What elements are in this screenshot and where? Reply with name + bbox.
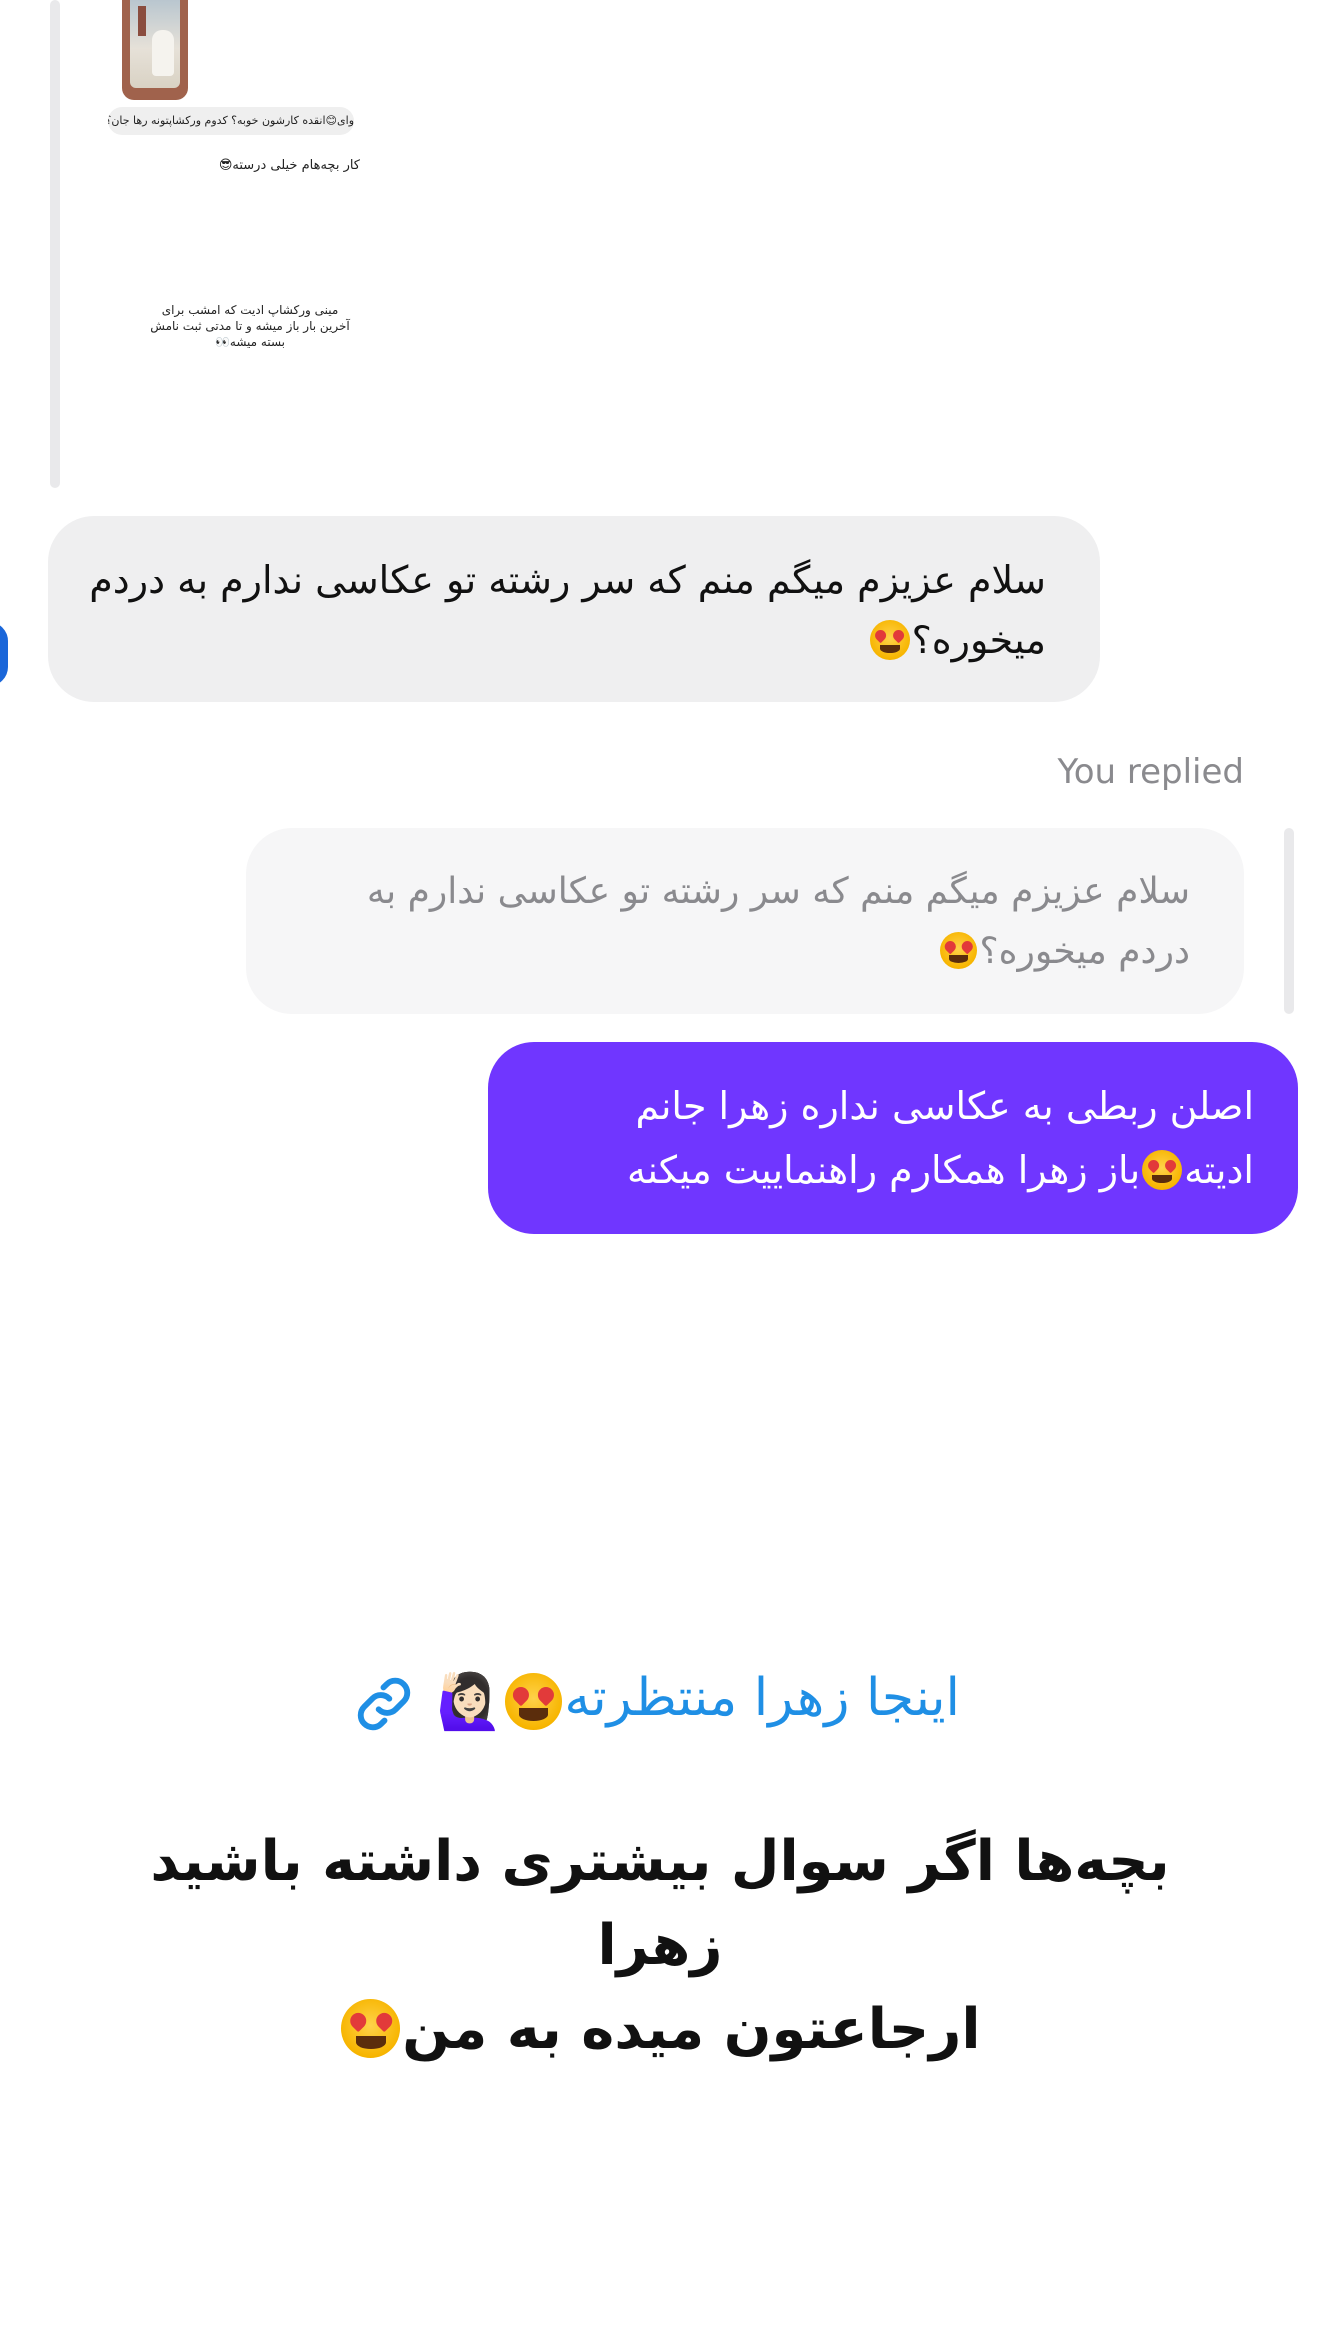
outgoing-message-bubble[interactable]: اصلن ربطی به عکاسی نداره زهرا جانم ادیته… — [488, 1042, 1298, 1234]
link-icon — [357, 1677, 411, 1731]
heart-eyes-emoji — [939, 931, 978, 970]
story-thumbnail[interactable] — [122, 0, 188, 100]
quoted-message-text: سلام عزیزم میگم منم که سر رشته تو عکاسی … — [366, 871, 1190, 972]
incoming-message-bubble[interactable]: سلام عزیزم میگم منم که سر رشته تو عکاسی … — [48, 516, 1100, 702]
heart-eyes-emoji — [505, 1673, 562, 1730]
story-text-block: مینی ورکشاپ ادیت که امشب برای آخرین بار … — [150, 303, 350, 349]
caption-text: بچه‌ها اگر سوال بیشتری داشته باشید زهرا … — [120, 1820, 1200, 2072]
caption-line1: بچه‌ها اگر سوال بیشتری داشته باشید زهرا — [150, 1829, 1170, 1978]
you-replied-label: You replied — [1057, 752, 1244, 792]
heart-eyes-emoji — [1142, 1149, 1183, 1190]
quoted-message-bubble[interactable]: سلام عزیزم میگم منم که سر رشته تو عکاسی … — [246, 828, 1244, 1014]
link-text[interactable]: اینجا زهرا منتظرته — [564, 1668, 960, 1728]
outgoing-message-line1: اصلن ربطی به عکاسی نداره زهرا جانم — [635, 1084, 1254, 1128]
link-emojis: 🙋🏻‍♀️ — [436, 1670, 564, 1734]
woman-raising-hand-emoji: 🙋🏻‍♀️ — [436, 1670, 504, 1733]
heart-eyes-emoji — [341, 1999, 401, 2059]
heart-eyes-emoji — [869, 619, 910, 660]
story-question-sticker: وای😊انقده کارشون خوبه؟ کدوم ورکشاپتونه ر… — [108, 107, 354, 135]
quote-indicator-bar — [1284, 828, 1294, 1014]
story-text-line: کار بچه‌هام خیلی درسته😎 — [218, 158, 360, 173]
caption-line2: ارجاعتون میده به من — [120, 1988, 1200, 2072]
sender-avatar-edge — [0, 622, 8, 686]
outgoing-message-line2: ادیته باز زهرا همکارم راهنماییت میکنه — [627, 1148, 1254, 1192]
zahra-link[interactable]: 🙋🏻‍♀️ اینجا زهرا منتظرته — [300, 1660, 1020, 1750]
story-reply-bar — [50, 0, 60, 488]
